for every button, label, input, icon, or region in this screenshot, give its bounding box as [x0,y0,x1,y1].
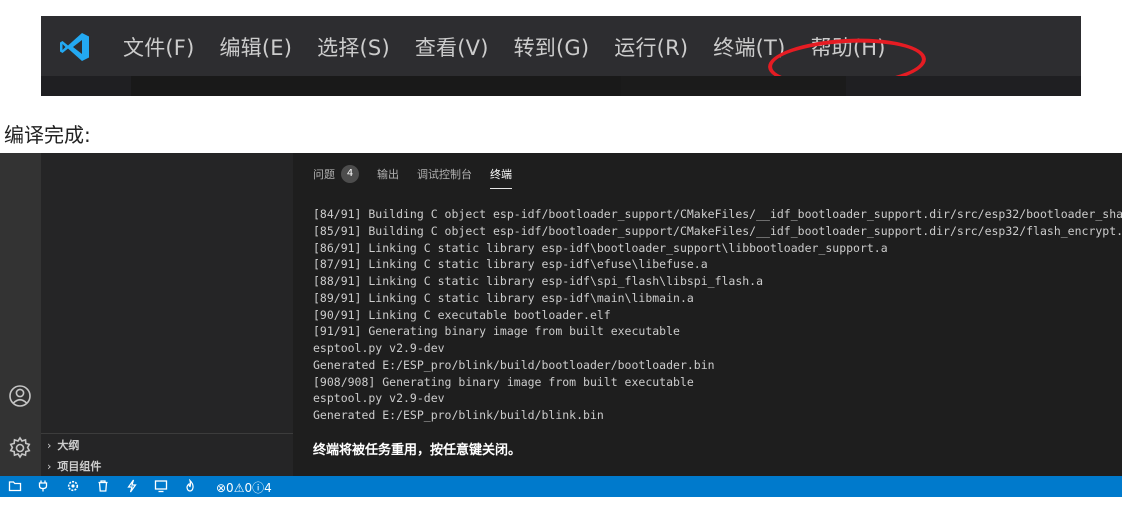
menu-run[interactable]: 运行(R) [614,32,688,62]
bottom-panel: 问题 4 输出 调试控制台 终端 [84/91] Building C obje… [293,153,1122,476]
tab-label: 调试控制台 [417,168,472,181]
tab-output[interactable]: 输出 [377,166,399,182]
menu-edit[interactable]: 编辑(E) [219,32,292,62]
terminal-line: [90/91] Linking C executable bootloader.… [313,307,611,322]
tab-label: 问题 [313,168,335,181]
sidebar-divider [41,433,293,434]
menu-file[interactable]: 文件(F) [123,32,194,62]
plug-icon[interactable] [36,479,50,493]
tab-problems[interactable]: 问题 4 [313,165,359,183]
menu-bar: 文件(F) 编辑(E) 选择(S) 查看(V) 转到(G) 运行(R) 终端(T… [41,16,1081,96]
trash-icon[interactable] [96,479,110,493]
tab-label: 输出 [377,168,399,181]
vscode-window: › 大纲 › 项目组件 问题 4 输出 调试控制台 终端 [84/91] Build… [0,153,1122,497]
flame-icon[interactable] [183,479,197,493]
terminal-reuse-note: 终端将被任务重用，按任意键关闭。 [313,443,522,458]
settings-gear-icon[interactable] [5,433,35,463]
menu-selection[interactable]: 选择(S) [317,32,390,62]
sidebar-section-label: 大纲 [57,439,80,452]
gear-icon[interactable] [66,479,80,493]
tab-label: 终端 [490,168,512,181]
terminal-line: [85/91] Building C object esp-idf/bootlo… [313,223,1122,238]
flash-icon[interactable] [125,479,139,493]
caption-text: 编译完成: [4,123,91,147]
terminal-line: [86/91] Linking C static library esp-idf… [313,240,888,255]
vscode-logo-icon [60,33,89,61]
chevron-right-icon: › [47,439,52,452]
tab-debug-console[interactable]: 调试控制台 [417,166,472,182]
terminal-line: [87/91] Linking C static library esp-idf… [313,257,708,272]
sidebar-section-label: 项目组件 [57,460,102,473]
monitor-icon[interactable] [154,479,168,493]
problems-count-badge: 4 [341,165,359,183]
status-bar: ⊗0⚠0ⓘ4 [0,476,1122,497]
terminal-line: Generated E:/ESP_pro/blink/build/bootloa… [313,357,715,372]
strip-segment [621,76,846,96]
terminal-line: [908/908] Generating binary image from b… [313,374,694,389]
terminal-line: esptool.py v2.9-dev [313,391,445,406]
menu-view[interactable]: 查看(V) [415,32,489,62]
terminal-line: Generated E:/ESP_pro/blink/build/blink.b… [313,408,604,422]
sidebar-section-outline[interactable]: › 大纲 [47,437,79,453]
folder-icon[interactable] [8,479,22,493]
problems-summary[interactable]: ⊗0⚠0ⓘ4 [216,479,272,496]
tab-terminal[interactable]: 终端 [490,166,512,189]
menu-go[interactable]: 转到(G) [514,32,590,62]
panel-tabs: 问题 4 输出 调试控制台 终端 [313,165,530,189]
terminal-line: [84/91] Building C object esp-idf/bootlo… [313,207,1122,221]
activity-bar [0,153,41,476]
side-bar: › 大纲 › 项目组件 [41,153,293,476]
strip-segment [131,76,621,96]
terminal-line: [89/91] Linking C static library esp-idf… [313,290,694,305]
account-icon[interactable] [5,381,35,411]
terminal-line: [88/91] Linking C static library esp-idf… [313,274,764,288]
sidebar-section-project-components[interactable]: › 项目组件 [47,458,101,474]
menu-bottom-strip [41,76,1081,96]
terminal-line: [91/91] Generating binary image from bui… [313,324,680,339]
terminal-output[interactable]: [84/91] Building C object esp-idf/bootlo… [313,206,1122,424]
terminal-line: esptool.py v2.9-dev [313,341,445,355]
chevron-right-icon: › [47,460,52,473]
